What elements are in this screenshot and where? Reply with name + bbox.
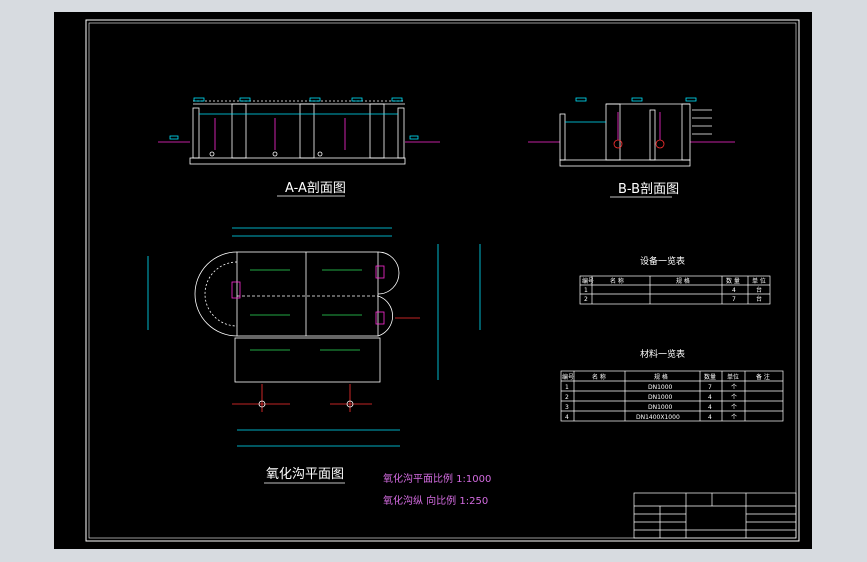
mat-r2-c3: 4 — [708, 404, 712, 411]
eq-r0-c0: 1 — [584, 287, 588, 294]
plan-title: 氧化沟平面图 — [266, 467, 344, 482]
equipment-table-title: 设备一览表 — [640, 255, 685, 267]
mat-r1-c3: 4 — [708, 394, 712, 401]
materials-table-title: 材料一览表 — [640, 348, 685, 360]
section-a-title: A-A剖面图 — [285, 181, 346, 196]
cad-viewport: A-A剖面图 B-B剖面图 氧化沟平面图 氧化沟平面比例 1:1000 氧化沟纵… — [0, 0, 867, 562]
section-scale-note: 氧化沟纵 向比例 1:250 — [383, 494, 488, 507]
mat-r1-c4: 个 — [731, 394, 737, 401]
eq-r1-c0: 2 — [584, 296, 588, 303]
mat-r0-c3: 7 — [708, 384, 712, 391]
eq-r1-c3: 7 — [732, 296, 736, 303]
eq-h-4: 单 位 — [752, 277, 766, 285]
mat-r3-c3: 4 — [708, 414, 712, 421]
mat-r1-c0: 2 — [565, 394, 569, 401]
mat-r2-c2: DN1000 — [648, 404, 673, 411]
mat-r0-c0: 1 — [565, 384, 569, 391]
mat-h-3: 数量 — [704, 373, 716, 381]
mat-r0-c2: DN1000 — [648, 384, 673, 391]
mat-h-1: 名 称 — [592, 373, 606, 381]
eq-h-2: 规 格 — [676, 277, 690, 285]
eq-r0-c4: 台 — [756, 286, 762, 294]
section-b-title: B-B剖面图 — [618, 182, 679, 197]
eq-h-0: 编号 — [582, 277, 594, 285]
mat-r3-c4: 个 — [731, 414, 737, 421]
mat-h-4: 单位 — [727, 373, 739, 381]
eq-r1-c4: 台 — [756, 295, 762, 303]
mat-r0-c4: 个 — [731, 384, 737, 391]
eq-r0-c3: 4 — [732, 287, 736, 294]
plan-scale-note: 氧化沟平面比例 1:1000 — [383, 472, 491, 485]
mat-r1-c2: DN1000 — [648, 394, 673, 401]
mat-r2-c4: 个 — [731, 404, 737, 411]
drawing-canvas: A-A剖面图 B-B剖面图 氧化沟平面图 氧化沟平面比例 1:1000 氧化沟纵… — [54, 12, 812, 549]
eq-h-3: 数 量 — [726, 277, 740, 285]
mat-h-2: 规 格 — [654, 373, 668, 381]
sheet-background — [54, 12, 812, 549]
mat-r3-c2: DN1400X1000 — [636, 414, 680, 421]
mat-r3-c0: 4 — [565, 414, 569, 421]
mat-h-5: 备 注 — [756, 373, 770, 381]
eq-h-1: 名 称 — [610, 277, 624, 285]
mat-h-0: 编号 — [562, 373, 574, 381]
mat-r2-c0: 3 — [565, 404, 569, 411]
